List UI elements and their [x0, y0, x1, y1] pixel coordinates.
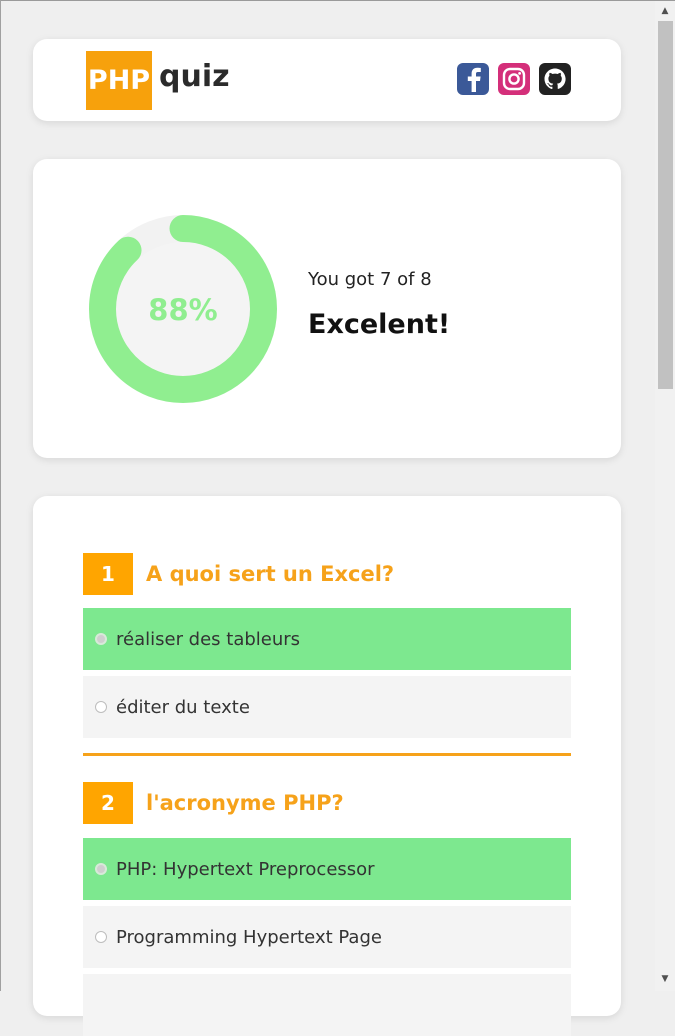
scroll-up-arrow-icon[interactable]: ▲ [655, 3, 675, 19]
answer-option-partial[interactable] [83, 974, 571, 1036]
radio-button[interactable] [95, 633, 107, 645]
answer-option[interactable]: éditer du texte [83, 676, 571, 738]
answer-option-correct[interactable]: réaliser des tableurs [83, 608, 571, 670]
answer-option[interactable]: Programming Hypertext Page [83, 906, 571, 968]
question-title: A quoi sert un Excel? [146, 562, 395, 586]
score-percent: 88% [148, 293, 217, 327]
score-result-line: You got 7 of 8 [308, 269, 432, 290]
question-header: 1 A quoi sert un Excel? [83, 553, 394, 595]
question-divider [83, 753, 571, 756]
facebook-icon[interactable] [457, 63, 489, 95]
github-icon[interactable] [539, 63, 571, 95]
question-number: 1 [83, 553, 133, 595]
logo-text[interactable]: quiz [159, 59, 230, 94]
radio-button[interactable] [95, 931, 107, 943]
scrollbar-thumb[interactable] [658, 21, 673, 389]
answer-option-correct[interactable]: PHP: Hypertext Preprocessor [83, 838, 571, 900]
radio-button[interactable] [95, 701, 107, 713]
radio-button[interactable] [95, 863, 107, 875]
questions-card: 1 A quoi sert un Excel? réaliser des tab… [33, 496, 621, 1036]
score-gauge: 88% [89, 215, 277, 403]
answer-label: PHP: Hypertext Preprocessor [116, 858, 375, 880]
scroll-down-arrow-icon[interactable]: ▼ [655, 971, 675, 987]
score-grade: Excelent! [308, 309, 451, 340]
vertical-scrollbar[interactable]: ▲ ▼ [655, 1, 675, 991]
answer-label: éditer du texte [116, 696, 250, 718]
window-left-border [0, 0, 1, 991]
header-card: PHP quiz [33, 39, 621, 121]
score-card: 88% You got 7 of 8 Excelent! [33, 159, 621, 458]
answer-label: Programming Hypertext Page [116, 926, 382, 948]
window-top-border [0, 0, 675, 1]
answer-label: réaliser des tableurs [116, 628, 301, 650]
question-title: l'acronyme PHP? [146, 791, 344, 815]
question-header: 2 l'acronyme PHP? [83, 782, 344, 824]
logo-badge[interactable]: PHP [86, 51, 152, 110]
question-number: 2 [83, 782, 133, 824]
instagram-icon[interactable] [498, 63, 530, 95]
